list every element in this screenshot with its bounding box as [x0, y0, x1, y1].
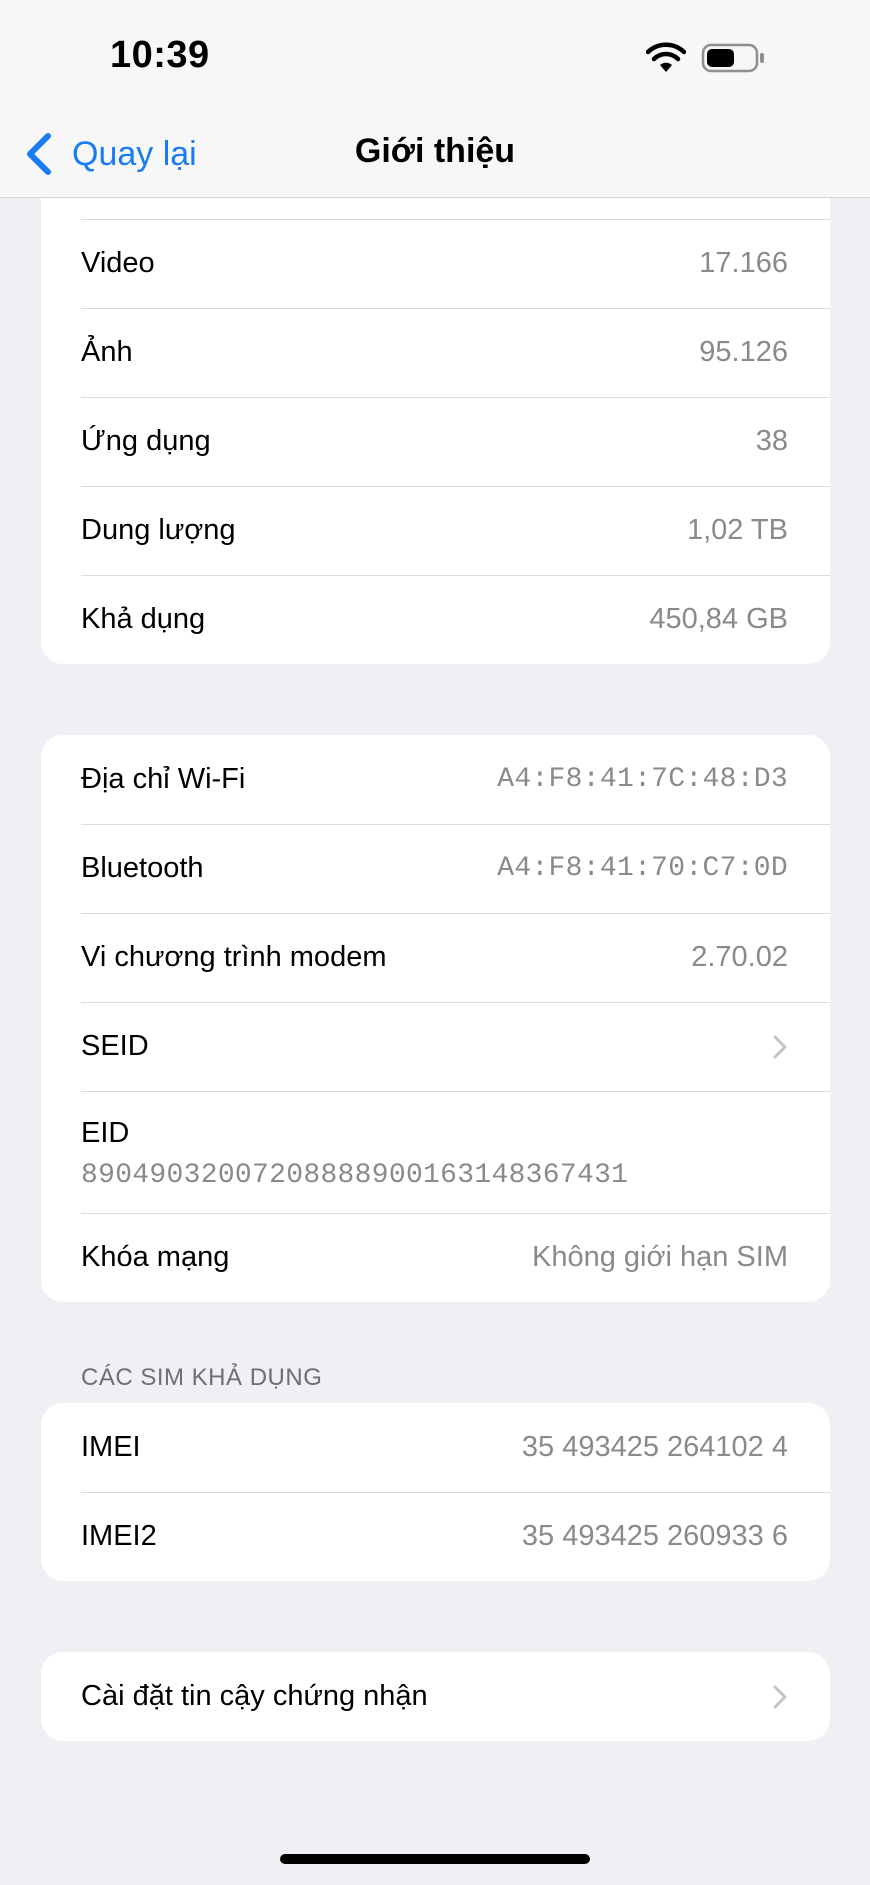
row-label: EID [81, 1117, 130, 1149]
row-certificate-trust-settings[interactable]: Cài đặt tin cậy chứng nhận [41, 1652, 830, 1741]
screen: Video 17.166 Ảnh 95.126 Ứng dụng 38 Dung… [0, 0, 870, 1885]
navigation-bar: 10:39 Quay lại Giới thiệu [0, 0, 870, 198]
certificate-group: Cài đặt tin cậy chứng nhận [41, 1652, 830, 1741]
row-value: 38 [755, 425, 788, 457]
row-modem-firmware: Vi chương trình modem 2.70.02 [41, 913, 830, 1002]
battery-icon [701, 43, 764, 73]
row-label: Dung lượng [81, 514, 236, 546]
row-value: 1,02 TB [686, 514, 788, 546]
section-header-available-sims: CÁC SIM KHẢ DỤNG [81, 1364, 323, 1391]
row-label: Khóa mạng [81, 1241, 230, 1273]
page-title: Giới thiệu [354, 132, 516, 170]
row-photos: Ảnh 95.126 [41, 308, 830, 397]
chevron-right-icon [773, 1035, 787, 1058]
chevron-right-icon [773, 1685, 787, 1708]
row-value: Không giới hạn SIM [531, 1241, 788, 1273]
row-eid: EID 89049032007208888900163148367431 [41, 1091, 830, 1213]
row-label: Ứng dụng [81, 425, 211, 457]
row-value: 17.166 [699, 247, 788, 279]
row-carrier-lock: Khóa mạng Không giới hạn SIM [41, 1213, 830, 1302]
row-available: Khả dụng 450,84 GB [41, 575, 830, 664]
row-value: 95.126 [699, 336, 788, 368]
row-label: Khả dụng [81, 603, 206, 635]
row-value: A4:F8:41:7C:48:D3 [497, 764, 788, 795]
row-label: Cài đặt tin cậy chứng nhận [81, 1680, 428, 1712]
storage-group: Video 17.166 Ảnh 95.126 Ứng dụng 38 Dung… [41, 130, 830, 664]
wifi-icon [646, 42, 686, 72]
status-time: 10:39 [110, 34, 210, 76]
row-wifi-address: Địa chỉ Wi-Fi A4:F8:41:7C:48:D3 [41, 735, 830, 824]
row-imei2: IMEI2 35 493425 260933 6 [41, 1492, 830, 1581]
home-indicator[interactable] [280, 1854, 590, 1864]
sim-group: IMEI 35 493425 264102 4 IMEI2 35 493425 … [41, 1403, 830, 1581]
row-label: SEID [81, 1030, 149, 1062]
row-capacity: Dung lượng 1,02 TB [41, 486, 830, 575]
row-value: 2.70.02 [691, 941, 788, 973]
row-value: A4:F8:41:70:C7:0D [497, 853, 788, 884]
row-label: Ảnh [81, 336, 133, 368]
row-imei: IMEI 35 493425 264102 4 [41, 1403, 830, 1492]
row-label: Bluetooth [81, 852, 204, 884]
row-label: Vi chương trình modem [81, 941, 387, 973]
row-bluetooth: Bluetooth A4:F8:41:70:C7:0D [41, 824, 830, 913]
row-value: 89049032007208888900163148367431 [81, 1160, 629, 1191]
row-video: Video 17.166 [41, 219, 830, 308]
row-value: 450,84 GB [649, 603, 788, 635]
row-value: 35 493425 264102 4 [521, 1431, 788, 1463]
row-label: Video [81, 247, 155, 279]
row-seid[interactable]: SEID [41, 1002, 830, 1091]
row-label: IMEI2 [81, 1520, 157, 1552]
row-label: Địa chỉ Wi-Fi [81, 763, 246, 795]
network-group: Địa chỉ Wi-Fi A4:F8:41:7C:48:D3 Bluetoot… [41, 735, 830, 1302]
row-apps: Ứng dụng 38 [41, 397, 830, 486]
row-label: IMEI [81, 1431, 141, 1463]
row-value: 35 493425 260933 6 [521, 1520, 788, 1552]
